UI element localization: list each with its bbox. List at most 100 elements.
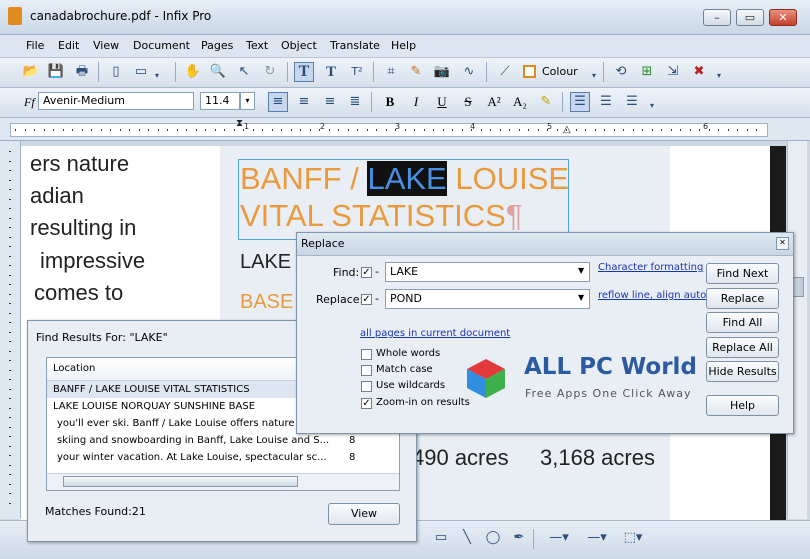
text-edit-icon[interactable]: T <box>322 63 340 81</box>
colour-swatch[interactable] <box>523 65 536 78</box>
eyedropper-icon[interactable]: ⟋ <box>496 63 514 81</box>
result-row[interactable]: skiing and snowboarding in Banff, Lake L… <box>47 432 399 449</box>
subscript-icon[interactable]: A₂ <box>511 93 529 111</box>
save-icon[interactable]: 💾 <box>47 63 65 81</box>
chevron-down-icon[interactable]: ▾ <box>643 97 661 115</box>
pencil-icon[interactable]: ✎ <box>407 63 425 81</box>
menu-edit[interactable]: Edit <box>54 37 83 54</box>
font-size-field[interactable]: 11.4 <box>200 92 240 110</box>
menu-object[interactable]: Object <box>277 37 321 54</box>
chevron-down-icon[interactable]: ▾ <box>585 67 603 85</box>
bold-icon[interactable]: B <box>381 93 399 111</box>
chevron-down-icon[interactable]: ▾ <box>148 67 166 85</box>
align-right-icon[interactable]: ≡ <box>321 93 339 111</box>
superscript-icon[interactable]: A² <box>485 93 503 111</box>
reflow-link[interactable]: reflow line, align auto <box>598 290 706 301</box>
menu-document[interactable]: Document <box>129 37 194 54</box>
replace-dialog-titlebar[interactable]: Replace ✕ <box>297 233 793 256</box>
close-button[interactable]: ✕ <box>769 9 797 26</box>
view-button[interactable]: View <box>328 503 400 525</box>
line-weight-icon[interactable]: —▾ <box>583 529 611 547</box>
strikethrough-icon[interactable]: S <box>459 93 477 111</box>
open-icon[interactable]: 📂 <box>22 63 40 81</box>
replace-checkbox[interactable]: ✓ <box>361 294 372 305</box>
ellipse-icon[interactable]: ◯ <box>484 529 502 547</box>
pen-icon[interactable]: ✒ <box>510 529 528 547</box>
menu-help[interactable]: Help <box>387 37 420 54</box>
menu-text[interactable]: Text <box>242 37 272 54</box>
insert-page-icon[interactable]: ⊞ <box>638 63 656 81</box>
close-icon[interactable]: ✕ <box>776 237 789 250</box>
zoom-icon[interactable]: 🔍 <box>209 63 227 81</box>
highlight-icon[interactable]: ✎ <box>537 93 555 111</box>
menu-pages[interactable]: Pages <box>197 37 237 54</box>
replace-all-button[interactable]: Replace All <box>706 337 779 358</box>
chevron-down-icon[interactable]: ▼ <box>578 293 584 302</box>
whole-words-checkbox[interactable] <box>361 349 372 360</box>
menu-view[interactable]: View <box>89 37 123 54</box>
match-case-label[interactable]: Match case <box>376 364 433 375</box>
rotate-icon[interactable]: ↻ <box>261 63 279 81</box>
toolbar-separator <box>98 62 99 82</box>
hand-tool-icon[interactable]: ✋ <box>184 63 202 81</box>
doc-heading-line1[interactable]: BANFF / LAKE LOUISE <box>240 161 569 197</box>
maximize-button[interactable]: ▭ <box>736 9 764 26</box>
font-family-field[interactable]: Avenir-Medium <box>38 92 194 110</box>
font-size-dropdown[interactable]: ▾ <box>240 92 255 110</box>
right-indent-marker[interactable]: △ <box>563 124 571 135</box>
text-tool-icon[interactable]: T <box>294 62 314 82</box>
line-style-icon[interactable]: —▾ <box>545 529 573 547</box>
whole-words-label[interactable]: Whole words <box>376 348 440 359</box>
replace-page-icon[interactable]: ⟲ <box>612 63 630 81</box>
line-spacing-single-icon[interactable]: ☰ <box>570 92 590 112</box>
ruler-tick <box>366 129 368 131</box>
find-next-button[interactable]: Find Next <box>706 263 779 284</box>
replace-button[interactable]: Replace <box>706 288 779 309</box>
find-input[interactable]: LAKE <box>385 262 590 282</box>
minimize-button[interactable]: – <box>703 9 731 26</box>
line-spacing-medium-icon[interactable]: ☰ <box>597 93 615 111</box>
doc-heading-line2[interactable]: VITAL STATISTICS¶ <box>240 198 523 234</box>
page-icon[interactable]: ▯ <box>107 63 125 81</box>
menu-translate[interactable]: Translate <box>326 37 384 54</box>
underline-icon[interactable]: U <box>433 93 451 111</box>
scrollbar-thumb[interactable] <box>63 476 298 487</box>
ruler-tick <box>433 129 434 131</box>
link-icon[interactable]: ∿ <box>460 63 478 81</box>
menu-file[interactable]: File <box>22 37 48 54</box>
match-case-checkbox[interactable] <box>361 365 372 376</box>
italic-icon[interactable]: I <box>407 93 425 111</box>
chevron-down-icon[interactable]: ▾ <box>710 67 728 85</box>
hide-results-button[interactable]: Hide Results <box>706 361 779 382</box>
colour-label[interactable]: Colour <box>542 65 578 78</box>
doc-stat: 3,168 acres <box>540 445 655 470</box>
replace-input[interactable]: POND <box>385 289 590 309</box>
align-center-icon[interactable]: ≡ <box>295 93 313 111</box>
border-style-icon[interactable]: ⬚▾ <box>620 529 646 547</box>
crop-icon[interactable]: ⌗ <box>382 63 400 81</box>
horizontal-scrollbar[interactable] <box>47 473 399 490</box>
help-button[interactable]: Help <box>706 395 779 416</box>
line-spacing-wide-icon[interactable]: ☰ <box>623 93 641 111</box>
text-format-icon[interactable]: T² <box>348 63 366 81</box>
select-arrow-icon[interactable]: ↖ <box>235 63 253 81</box>
camera-icon[interactable]: 📷 <box>433 63 451 81</box>
character-formatting-link[interactable]: Character formatting <box>598 262 703 273</box>
zoom-in-label[interactable]: Zoom-in on results <box>376 397 470 408</box>
scope-link[interactable]: all pages in current document <box>360 328 510 339</box>
left-indent-marker[interactable]: ⧗ <box>236 118 243 129</box>
find-checkbox[interactable]: ✓ <box>361 267 372 278</box>
use-wildcards-checkbox[interactable] <box>361 381 372 392</box>
zoom-in-checkbox[interactable]: ✓ <box>361 398 372 409</box>
chevron-down-icon[interactable]: ▼ <box>578 266 584 275</box>
line-icon[interactable]: ╲ <box>458 529 476 547</box>
delete-page-icon[interactable]: ✖ <box>690 63 708 81</box>
print-icon[interactable]: 🖶 <box>73 63 91 81</box>
use-wildcards-label[interactable]: Use wildcards <box>376 380 445 391</box>
find-all-button[interactable]: Find All <box>706 312 779 333</box>
rectangle-icon[interactable]: ▭ <box>432 529 450 547</box>
extract-page-icon[interactable]: ⇲ <box>664 63 682 81</box>
align-justify-icon[interactable]: ≣ <box>346 93 364 111</box>
result-row[interactable]: your winter vacation. At Lake Louise, sp… <box>47 449 399 466</box>
align-left-icon[interactable]: ≡ <box>268 92 288 112</box>
